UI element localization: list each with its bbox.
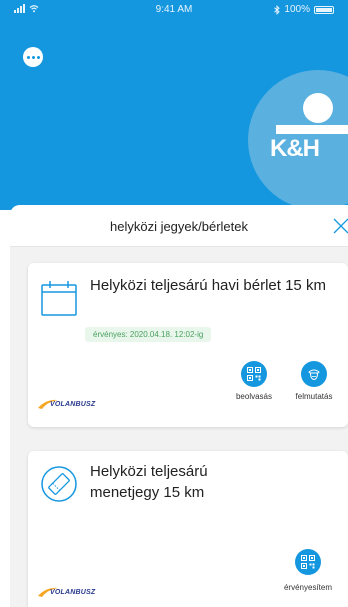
volanbusz-logo: VOLANBUSZ [38,397,118,411]
status-right: 100% [274,4,334,15]
dot [31,55,35,59]
ticket-title: Helyközi teljesárú menetjegy 15 km [90,463,208,501]
qr-code-icon [241,361,267,387]
ticket-title: Helyközi teljesárú havi bérlet 15 km [90,277,326,294]
close-icon[interactable] [332,217,348,235]
ticket-card[interactable]: Helyközi teljesárú havi bérlet 15 km érv… [28,263,348,427]
validity-badge: érvényes: 2020.04.18. 12:02-ig [85,327,212,342]
brand-text: VOLANBUSZ [50,401,96,408]
validate-label: érvényesítem [283,583,333,592]
validate-button[interactable]: érvényesítem [278,549,338,592]
show-button[interactable]: felmutatás [284,361,344,401]
battery-icon [314,5,334,14]
ticket-card[interactable]: Helyközi teljesárú menetjegy 15 km érvén… [28,451,348,607]
show-label: felmutatás [295,392,333,401]
brand-text: VOLANBUSZ [50,589,96,596]
volanbusz-logo: VOLANBUSZ [38,585,118,599]
sheet-header: helyközi jegyek/bérletek [10,205,348,247]
logo-text: K&H [270,135,320,162]
logo-bar [276,125,348,134]
hero-banner: 9:41 AM 100% K&H [0,0,348,210]
kh-logo: K&H [248,70,348,210]
scan-label: beolvasás [235,392,273,401]
qr-code-icon [295,549,321,575]
status-bar: 9:41 AM 100% [0,0,348,20]
conductor-icon [301,361,327,387]
dot [36,55,40,59]
more-options-button[interactable] [23,47,43,67]
sheet-title: helyközi jegyek/bérletek [109,219,249,234]
logo-disk [303,93,333,123]
scan-button[interactable]: beolvasás [224,361,284,401]
bluetooth-icon [274,4,281,15]
dot [26,55,30,59]
tickets-sheet: helyközi jegyek/bérletek Helyközi teljes… [10,205,348,607]
calendar-icon [41,281,77,316]
battery-percent: 100% [284,4,310,15]
ticket-icon [41,466,77,502]
